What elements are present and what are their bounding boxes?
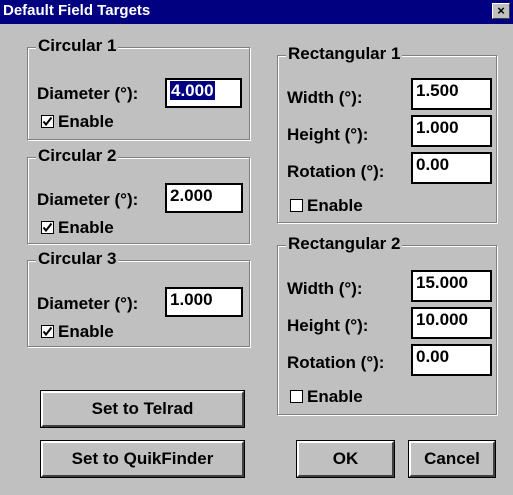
set-to-quikfinder-button[interactable]: Set to QuikFinder bbox=[40, 440, 245, 478]
circular-1-diameter-input[interactable]: 4.000 bbox=[165, 78, 242, 108]
rectangular-2-enable-checkbox[interactable]: Enable bbox=[290, 387, 363, 407]
rectangular-1-height-label: Height (°): bbox=[287, 125, 369, 144]
circular-2-diameter-label: Diameter (°): bbox=[37, 190, 139, 209]
rectangular-1-height-input[interactable]: 1.000 bbox=[411, 115, 492, 147]
cancel-button[interactable]: Cancel bbox=[408, 440, 496, 478]
rectangular-1-width-value: 1.500 bbox=[416, 81, 459, 100]
rectangular-1-width-input[interactable]: 1.500 bbox=[411, 78, 492, 110]
circular-2-title: Circular 2 bbox=[36, 146, 119, 166]
checkbox-checked-icon bbox=[41, 115, 54, 128]
checkbox-unchecked-icon bbox=[290, 390, 303, 403]
rectangular-1-width-label: Width (°): bbox=[287, 88, 363, 107]
rectangular-2-height-value: 10.000 bbox=[416, 310, 468, 329]
rectangular-1-enable-label: Enable bbox=[307, 196, 363, 215]
rectangular-1-height-value: 1.000 bbox=[416, 118, 459, 137]
rectangular-2-rotation-value: 0.00 bbox=[416, 347, 450, 366]
rectangular-1-rotation-value: 0.00 bbox=[416, 155, 450, 174]
rectangular-2-width-value: 15.000 bbox=[416, 273, 468, 292]
circular-1-title: Circular 1 bbox=[36, 36, 119, 56]
circular-3-enable-label: Enable bbox=[58, 322, 114, 341]
circular-2-diameter-input[interactable]: 2.000 bbox=[165, 183, 243, 213]
rectangular-2-width-label: Width (°): bbox=[287, 279, 363, 298]
checkbox-checked-icon bbox=[41, 325, 54, 338]
close-icon: × bbox=[497, 3, 505, 18]
rectangular-2-height-input[interactable]: 10.000 bbox=[411, 307, 492, 339]
title-bar[interactable]: Default Field Targets × bbox=[0, 0, 513, 24]
circular-2-enable-label: Enable bbox=[58, 218, 114, 237]
circular-3-diameter-label: Diameter (°): bbox=[37, 294, 139, 313]
circular-3-enable-checkbox[interactable]: Enable bbox=[41, 322, 114, 342]
circular-3-title: Circular 3 bbox=[36, 249, 119, 269]
circular-1-diameter-value: 4.000 bbox=[170, 81, 215, 100]
rectangular-2-height-label: Height (°): bbox=[287, 316, 369, 335]
set-to-telrad-button[interactable]: Set to Telrad bbox=[40, 390, 245, 428]
circular-1-diameter-label: Diameter (°): bbox=[37, 84, 139, 103]
circular-1-enable-label: Enable bbox=[58, 112, 114, 131]
rectangular-1-enable-checkbox[interactable]: Enable bbox=[290, 196, 363, 216]
circular-3-diameter-input[interactable]: 1.000 bbox=[165, 287, 243, 317]
rectangular-2-rotation-label: Rotation (°): bbox=[287, 353, 385, 372]
rectangular-2-rotation-input[interactable]: 0.00 bbox=[411, 344, 492, 376]
circular-2-diameter-value: 2.000 bbox=[170, 186, 213, 205]
ok-button[interactable]: OK bbox=[296, 440, 395, 478]
rectangular-1-rotation-label: Rotation (°): bbox=[287, 162, 385, 181]
window-title: Default Field Targets bbox=[3, 2, 151, 19]
checkbox-checked-icon bbox=[41, 221, 54, 234]
circular-1-enable-checkbox[interactable]: Enable bbox=[41, 112, 114, 132]
rectangular-2-title: Rectangular 2 bbox=[286, 234, 403, 254]
rectangular-2-width-input[interactable]: 15.000 bbox=[411, 270, 492, 302]
rectangular-1-rotation-input[interactable]: 0.00 bbox=[411, 152, 492, 184]
dialog-window: Default Field Targets × Circular 1 Diame… bbox=[0, 0, 513, 495]
close-button[interactable]: × bbox=[492, 3, 510, 19]
checkbox-unchecked-icon bbox=[290, 199, 303, 212]
rectangular-1-title: Rectangular 1 bbox=[286, 44, 403, 64]
circular-2-enable-checkbox[interactable]: Enable bbox=[41, 218, 114, 238]
circular-3-diameter-value: 1.000 bbox=[170, 290, 213, 309]
rectangular-2-enable-label: Enable bbox=[307, 387, 363, 406]
